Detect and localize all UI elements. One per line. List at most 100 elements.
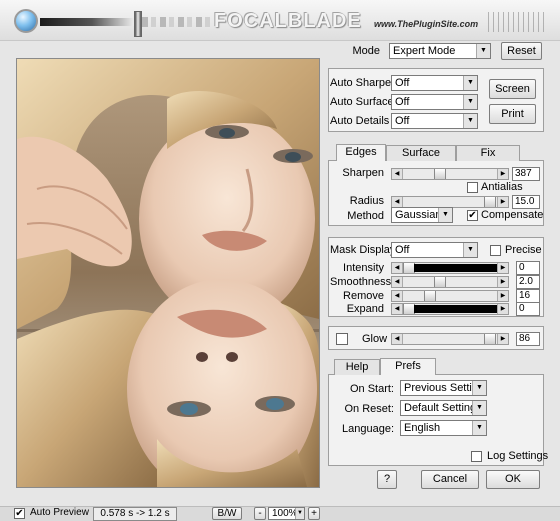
help-button[interactable]: ? — [377, 470, 397, 489]
chevron-down-icon[interactable]: ▼ — [472, 381, 486, 395]
header-streaks — [142, 17, 212, 27]
slider-right-arrow-icon[interactable]: ▶ — [497, 277, 508, 287]
reset-button[interactable]: Reset — [501, 42, 542, 60]
slider-left-arrow-icon[interactable]: ◀ — [392, 291, 403, 301]
slider-left-arrow-icon[interactable]: ◀ — [392, 263, 403, 273]
chevron-down-icon[interactable]: ▼ — [472, 421, 486, 435]
image-preview[interactable] — [16, 58, 320, 488]
slider-left-arrow-icon[interactable]: ◀ — [392, 334, 403, 344]
language-value: English — [404, 422, 441, 434]
cancel-button[interactable]: Cancel — [421, 470, 479, 489]
slider-right-arrow-icon[interactable]: ▶ — [497, 304, 508, 314]
tab-edges[interactable]: Edges — [336, 144, 386, 161]
remove-slider[interactable]: ◀ ▶ — [391, 290, 509, 302]
mode-select[interactable]: Expert Mode ▼ — [389, 43, 491, 59]
glow-value[interactable]: 86 — [516, 332, 540, 346]
chevron-down-icon[interactable]: ▼ — [463, 114, 477, 128]
intensity-value[interactable]: 0 — [516, 261, 540, 275]
sharpen-value[interactable]: 387 — [512, 167, 540, 181]
on-reset-label: On Reset: — [344, 403, 394, 415]
log-settings-label: Log Settings — [487, 450, 549, 462]
language-label: Language: — [342, 423, 394, 435]
slider-thumb[interactable] — [434, 169, 446, 179]
slider-left-arrow-icon[interactable]: ◀ — [392, 304, 403, 314]
site-url-link[interactable]: www.ThePluginSite.com — [374, 19, 478, 29]
mode-label: Mode — [352, 45, 380, 57]
bw-button[interactable]: B/W — [212, 507, 242, 520]
auto-preview-label: Auto Preview — [30, 507, 89, 518]
method-select[interactable]: Gaussian ▼ — [391, 207, 453, 223]
slider-right-arrow-icon[interactable]: ▶ — [497, 169, 508, 179]
slider-thumb[interactable] — [434, 277, 446, 287]
radius-label: Radius — [349, 195, 384, 207]
auto-sharpen-select[interactable]: Off ▼ — [391, 75, 478, 91]
slider-thumb[interactable] — [484, 197, 496, 207]
auto-surface-label: Auto Surface — [330, 96, 394, 108]
chevron-down-icon[interactable]: ▼ — [476, 44, 490, 58]
slider-right-arrow-icon[interactable]: ▶ — [497, 197, 508, 207]
antialias-checkbox[interactable] — [467, 182, 478, 193]
header-ruler — [488, 12, 548, 32]
slider-left-arrow-icon[interactable]: ◀ — [392, 277, 403, 287]
auto-surface-value: Off — [395, 96, 410, 108]
glow-label: Glow — [362, 333, 388, 345]
auto-surface-select[interactable]: Off ▼ — [391, 94, 478, 110]
intensity-slider[interactable]: ◀ ▶ — [391, 262, 509, 274]
compensate-label: Compensate — [481, 209, 544, 221]
log-settings-checkbox[interactable] — [471, 451, 482, 462]
slider-right-arrow-icon[interactable]: ▶ — [497, 263, 508, 273]
tab-fix[interactable]: Fix — [456, 145, 520, 161]
on-reset-select[interactable]: Default Settings ▼ — [400, 400, 487, 416]
mode-select-value: Expert Mode — [393, 45, 456, 57]
smoothness-slider[interactable]: ◀ ▶ — [391, 276, 509, 288]
slider-thumb[interactable] — [484, 334, 496, 344]
antialias-label: Antialias — [481, 181, 523, 193]
chevron-down-icon[interactable]: ▼ — [295, 508, 304, 519]
slider-left-arrow-icon[interactable]: ◀ — [392, 169, 403, 179]
glow-checkbox[interactable] — [336, 333, 348, 345]
print-button[interactable]: Print — [489, 104, 536, 124]
sharpen-slider[interactable]: ◀ ▶ — [391, 168, 509, 180]
precise-label: Precise — [505, 244, 542, 256]
chevron-down-icon[interactable]: ▼ — [472, 401, 486, 415]
slider-right-arrow-icon[interactable]: ▶ — [497, 334, 508, 344]
timing-readout: 0.578 s -> 1.2 s — [93, 507, 177, 521]
chevron-down-icon[interactable]: ▼ — [463, 95, 477, 109]
method-value: Gaussian — [395, 209, 442, 221]
on-start-select[interactable]: Previous Settings ▼ — [400, 380, 487, 396]
language-select[interactable]: English ▼ — [400, 420, 487, 436]
smoothness-value[interactable]: 2.0 — [516, 275, 540, 289]
precise-checkbox[interactable] — [490, 245, 501, 256]
glow-slider[interactable]: ◀ ▶ — [391, 333, 509, 345]
compensate-checkbox[interactable]: ✔ — [467, 210, 478, 221]
chevron-down-icon[interactable]: ▼ — [463, 243, 477, 257]
expand-slider[interactable]: ◀ ▶ — [391, 303, 509, 315]
expand-value[interactable]: 0 — [516, 302, 540, 316]
ok-button[interactable]: OK — [486, 470, 540, 489]
chevron-down-icon[interactable]: ▼ — [438, 208, 452, 222]
zoom-in-button[interactable]: + — [308, 507, 320, 520]
auto-preview-checkbox[interactable]: ✔ — [14, 508, 25, 519]
app-title: FOCALBLADE — [214, 10, 362, 32]
auto-details-select[interactable]: Off ▼ — [391, 113, 478, 129]
expand-label: Expand — [346, 303, 384, 315]
tab-help[interactable]: Help — [334, 359, 380, 375]
radius-value[interactable]: 15.0 — [512, 195, 540, 209]
intensity-label: Intensity — [343, 262, 384, 274]
tab-surface[interactable]: Surface — [386, 145, 456, 161]
slider-right-arrow-icon[interactable]: ▶ — [497, 291, 508, 301]
auto-sharpen-value: Off — [395, 77, 410, 89]
chevron-down-icon[interactable]: ▼ — [463, 76, 477, 90]
zoom-out-button[interactable]: - — [254, 507, 266, 520]
on-reset-value: Default Settings — [404, 402, 482, 414]
zoom-select[interactable]: 100% ▼ — [268, 507, 305, 520]
mask-display-select[interactable]: Off ▼ — [391, 242, 478, 258]
slider-thumb[interactable] — [424, 291, 436, 301]
screen-button[interactable]: Screen — [489, 79, 536, 99]
on-start-label: On Start: — [349, 383, 394, 395]
slider-left-arrow-icon[interactable]: ◀ — [392, 197, 403, 207]
remove-value[interactable]: 16 — [516, 289, 540, 303]
tab-prefs[interactable]: Prefs — [380, 358, 436, 375]
logo-orb-icon — [14, 9, 38, 33]
mask-display-value: Off — [395, 244, 410, 256]
